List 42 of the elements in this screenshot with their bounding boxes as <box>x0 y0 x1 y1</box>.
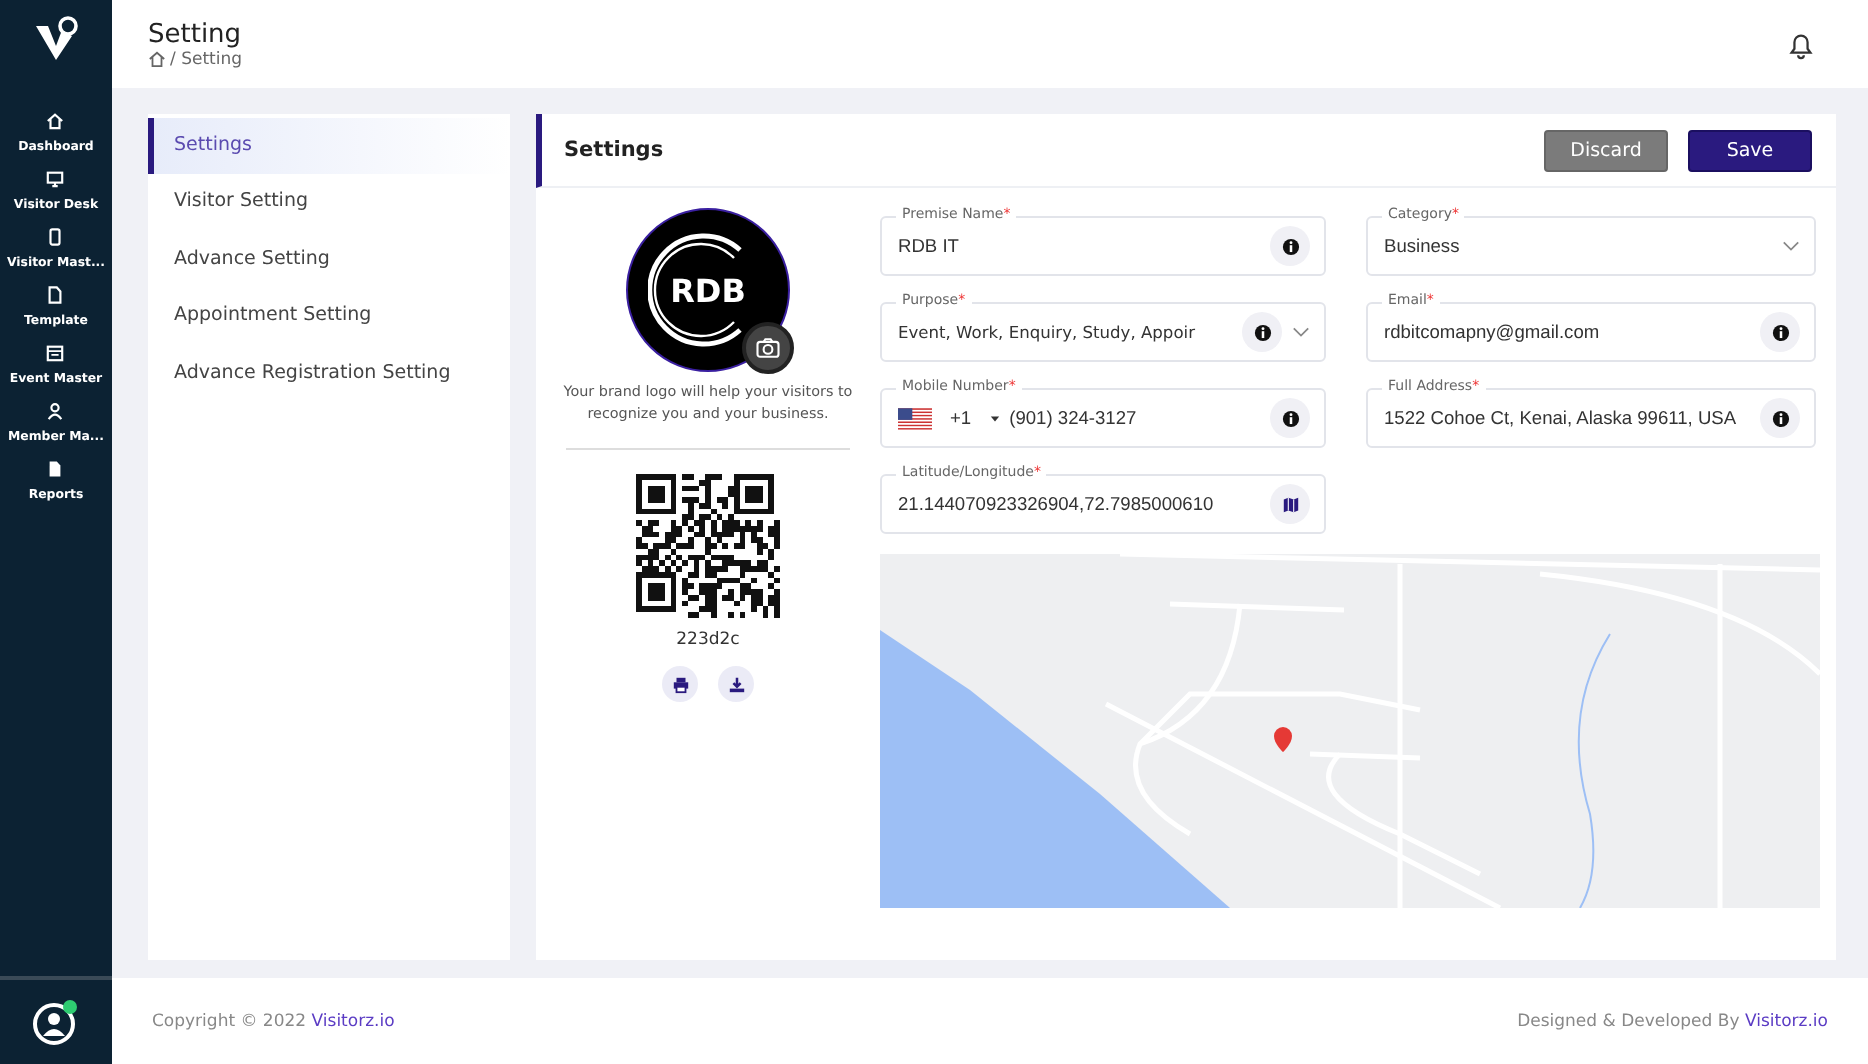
discard-button[interactable]: Discard <box>1544 129 1668 171</box>
chevron-down-icon[interactable] <box>1782 240 1800 252</box>
download-button[interactable] <box>718 666 754 703</box>
camera-icon <box>754 334 782 362</box>
document-icon <box>46 286 65 304</box>
camera-button[interactable] <box>742 322 794 374</box>
copyright-text: Copyright © 2022 Visitorz.io <box>152 1011 395 1031</box>
settings-menu-item[interactable]: Visitor Setting <box>148 174 510 232</box>
settings-menu-item[interactable]: Appointment Setting <box>148 288 510 346</box>
phone-icon <box>46 228 65 246</box>
breadcrumb: / Setting <box>170 49 243 69</box>
visitorz-link[interactable]: Visitorz.io <box>1744 1011 1828 1031</box>
save-button[interactable]: Save <box>1688 129 1812 171</box>
info-icon[interactable] <box>1270 226 1310 266</box>
info-icon[interactable] <box>1242 312 1282 352</box>
bell-icon[interactable] <box>1786 29 1816 59</box>
person-icon <box>46 402 65 420</box>
page-title: Setting <box>148 19 243 49</box>
visitorz-link[interactable]: Visitorz.io <box>311 1011 395 1031</box>
info-icon[interactable] <box>1760 312 1800 352</box>
map-icon[interactable] <box>1270 484 1310 524</box>
logo-text: RDB <box>670 271 746 309</box>
logo-icon <box>32 16 80 64</box>
settings-menu-item[interactable]: Advance Setting <box>148 231 510 289</box>
print-button[interactable] <box>662 666 698 703</box>
download-icon <box>727 675 745 694</box>
credit-text: Designed & Developed By Visitorz.io <box>1517 1011 1828 1031</box>
user-avatar-icon[interactable] <box>32 998 80 1046</box>
printer-icon <box>671 675 689 694</box>
qr-code-text: 223d2c <box>676 630 740 651</box>
info-icon[interactable] <box>1270 398 1310 438</box>
home-icon[interactable] <box>148 50 166 68</box>
caret-icon[interactable] <box>989 413 1000 423</box>
calendar-icon <box>46 344 65 362</box>
card-title: Settings <box>564 138 664 162</box>
flag-icon[interactable] <box>898 407 932 429</box>
chevron-down-icon[interactable] <box>1292 326 1310 338</box>
settings-menu-item[interactable]: Advance Registration Setting <box>148 345 510 402</box>
monitor-icon <box>46 170 65 188</box>
report-icon <box>46 460 65 478</box>
info-icon[interactable] <box>1760 398 1800 438</box>
home-icon <box>46 112 65 130</box>
